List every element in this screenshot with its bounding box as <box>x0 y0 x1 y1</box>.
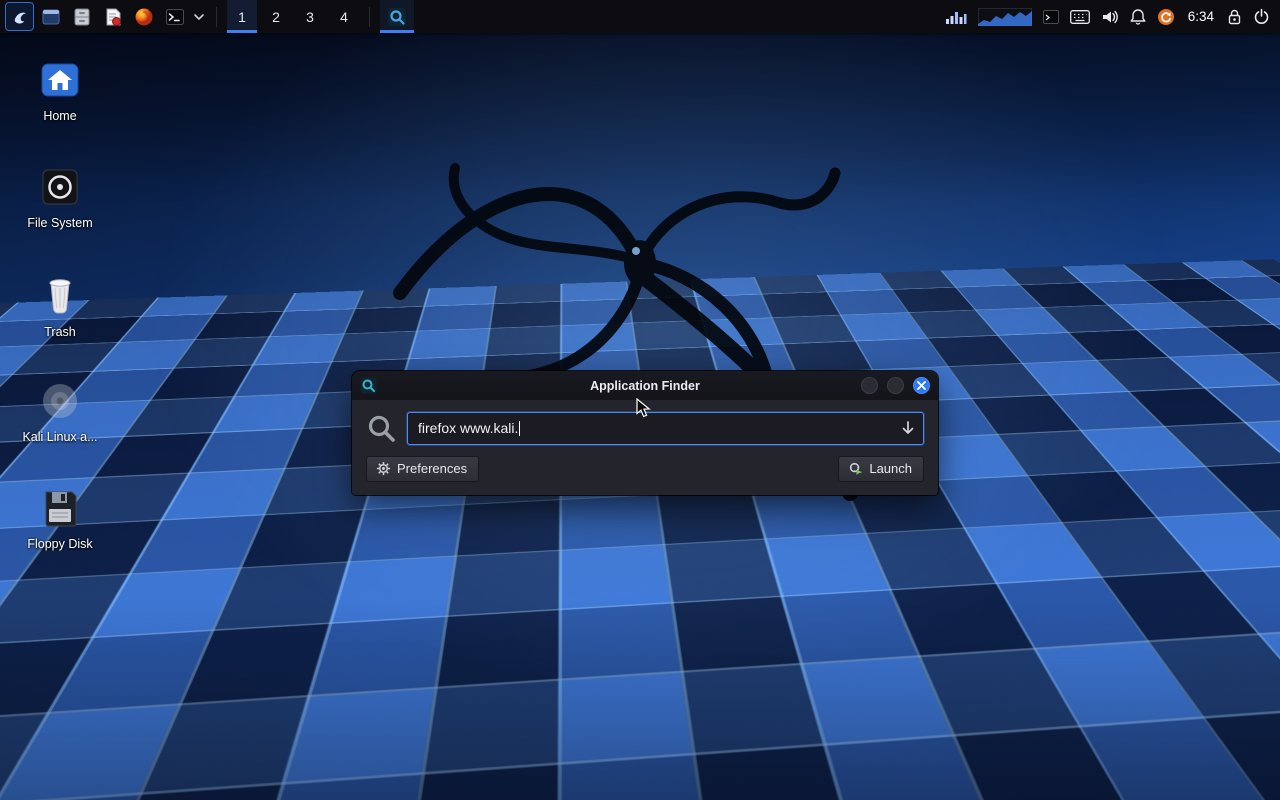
application-finder-window: Application Finder firefox www.kali. <box>352 371 938 495</box>
kali-disc-icon <box>40 381 80 421</box>
workspace-4[interactable]: 4 <box>329 0 359 33</box>
window-body: firefox www.kali. Preferences <box>352 400 938 495</box>
mini-terminal-icon[interactable] <box>1043 10 1059 24</box>
desktop-icon-label: Trash <box>44 325 76 339</box>
desktop-icon-column: Home File System Trash Kali Linux a... <box>8 50 112 585</box>
launch-button[interactable]: Launch <box>838 456 924 482</box>
dropdown-arrow-icon[interactable] <box>900 420 916 436</box>
notifications-bell-icon[interactable] <box>1130 8 1146 25</box>
search-icon <box>366 413 398 445</box>
workspace-3[interactable]: 3 <box>295 0 325 33</box>
launcher-terminal[interactable] <box>161 3 188 30</box>
desktop-icon-label: Kali Linux a... <box>22 430 97 444</box>
file-system-icon <box>40 167 80 207</box>
window-title: Application Finder <box>352 379 938 393</box>
launcher-text-editor[interactable] <box>99 3 126 30</box>
search-input-value: firefox www.kali. <box>418 420 518 436</box>
terminal-dropdown-button[interactable] <box>192 3 206 30</box>
gear-icon <box>376 461 391 476</box>
close-button[interactable] <box>913 377 930 394</box>
window-titlebar[interactable]: Application Finder <box>352 371 938 400</box>
application-finder-icon <box>387 7 407 27</box>
home-icon <box>39 60 81 100</box>
workspace-label: 2 <box>272 9 280 25</box>
preferences-button[interactable]: Preferences <box>366 456 479 482</box>
desktop-icon-file-system[interactable]: File System <box>8 157 112 264</box>
preferences-button-label: Preferences <box>397 461 467 476</box>
power-icon[interactable] <box>1253 8 1270 25</box>
text-caret <box>519 421 520 436</box>
cpu-meter-icon[interactable] <box>945 9 967 25</box>
workspace-label: 4 <box>340 9 348 25</box>
clock[interactable]: 6:34 <box>1186 9 1216 24</box>
maximize-button[interactable] <box>887 377 904 394</box>
updates-icon[interactable] <box>1157 8 1175 26</box>
taskbar-application-finder[interactable] <box>380 0 414 33</box>
text-editor-icon <box>103 7 123 27</box>
network-graph-icon[interactable] <box>978 8 1032 26</box>
system-tray: 6:34 <box>945 8 1274 26</box>
file-cabinet-icon <box>72 7 92 27</box>
desktop-icon-label: Floppy Disk <box>27 537 92 551</box>
kali-menu-icon <box>11 8 29 26</box>
application-finder-window-icon <box>360 377 377 394</box>
desktop-icon-trash[interactable]: Trash <box>8 264 112 371</box>
workspace-label: 1 <box>238 9 246 25</box>
launcher-window-manager[interactable] <box>37 3 64 30</box>
panel-separator <box>216 7 217 27</box>
top-panel: 1 2 3 4 <box>0 0 1280 33</box>
firefox-icon <box>134 7 154 27</box>
search-input[interactable]: firefox www.kali. <box>407 412 924 445</box>
workspace-2[interactable]: 2 <box>261 0 291 33</box>
keyboard-icon[interactable] <box>1070 10 1090 24</box>
lock-icon[interactable] <box>1227 8 1242 25</box>
terminal-dropdown-chevron-icon <box>194 13 204 21</box>
launcher-firefox[interactable] <box>130 3 157 30</box>
panel-separator <box>369 7 370 27</box>
applications-menu-button[interactable] <box>6 3 33 30</box>
window-manager-icon <box>41 7 61 27</box>
launch-button-label: Launch <box>869 461 912 476</box>
desktop-icon-label: Home <box>43 109 76 123</box>
workspace-label: 3 <box>306 9 314 25</box>
launcher-file-manager[interactable] <box>68 3 95 30</box>
terminal-icon <box>165 8 185 26</box>
desktop-icon-kali-disc[interactable]: Kali Linux a... <box>8 371 112 478</box>
desktop-icon-floppy[interactable]: Floppy Disk <box>8 478 112 585</box>
desktop-icon-home[interactable]: Home <box>8 50 112 157</box>
trash-icon <box>41 274 79 316</box>
floppy-disk-icon <box>41 488 79 528</box>
minimize-button[interactable] <box>861 377 878 394</box>
volume-icon[interactable] <box>1101 9 1119 25</box>
close-icon <box>917 381 926 390</box>
window-controls <box>861 377 930 394</box>
workspace-1[interactable]: 1 <box>227 0 257 33</box>
desktop-icon-label: File System <box>27 216 92 230</box>
launch-icon <box>848 461 863 476</box>
